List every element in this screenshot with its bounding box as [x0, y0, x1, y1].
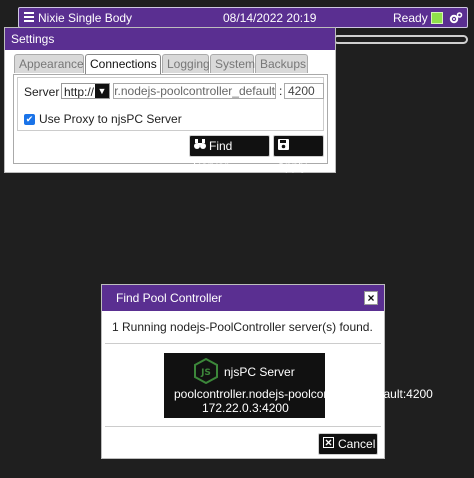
server-host: poolcontroller.nodejs-poolcontroller_def… — [174, 387, 433, 401]
binoculars-icon — [193, 136, 206, 156]
protocol-select[interactable]: http:// ▼ — [61, 83, 110, 99]
tab-appearance[interactable]: Appearance — [14, 54, 84, 73]
close-box-icon — [322, 434, 335, 454]
apply-button[interactable]: Apply — [273, 135, 324, 173]
host-input[interactable]: poolcontroller.nodejs-poolcontroller_def… — [113, 83, 276, 99]
hamburger-menu-icon[interactable] — [24, 12, 34, 22]
server-address: 172.22.0.3:4200 — [202, 401, 289, 415]
chevron-down-icon[interactable]: ▼ — [95, 84, 109, 98]
nodejs-icon: JS — [194, 358, 218, 384]
cancel-button[interactable]: Cancel — [318, 433, 378, 455]
progress-scroll-bar — [333, 35, 468, 44]
find-pool-controller-dialog: Find Pool Controller × 1 Running nodejs-… — [101, 284, 433, 459]
find-server-button[interactable]: Find Server — [189, 135, 270, 173]
divider — [105, 343, 381, 344]
protocol-value: http:// — [64, 85, 95, 99]
app-header: Nixie Single Body 08/14/2022 20:19 Ready — [18, 7, 468, 28]
tab-backups[interactable]: Backups — [255, 54, 308, 73]
gears-icon[interactable] — [449, 11, 463, 25]
tab-connections[interactable]: Connections — [85, 54, 161, 75]
server-result-card[interactable]: JS njsPC Server poolcontroller.nodejs-po… — [164, 353, 433, 418]
server-label: Server — [24, 85, 60, 99]
divider — [105, 426, 381, 427]
tab-logging[interactable]: Logging — [162, 54, 210, 73]
svg-text:JS: JS — [200, 368, 211, 378]
port-input[interactable]: 4200 — [284, 83, 324, 99]
host-value: poolcontroller.nodejs-poolcontroller_def… — [114, 84, 275, 98]
controller-title: Nixie Single Body — [38, 11, 133, 25]
tab-system[interactable]: System — [210, 54, 255, 73]
server-name: njsPC Server — [224, 365, 295, 379]
use-proxy-label[interactable]: Use Proxy to njsPC Server — [39, 112, 182, 126]
connections-panel: Server http:// ▼ poolcontroller.nodejs-p… — [13, 74, 328, 173]
apply-label: Apply — [277, 159, 308, 173]
save-icon — [277, 136, 290, 156]
settings-title: Settings — [5, 28, 335, 50]
port-separator: : — [279, 84, 283, 98]
server-settings-group: Server http:// ▼ poolcontroller.nodejs-p… — [17, 77, 324, 131]
settings-dialog: Settings Appearance Connections Logging … — [4, 27, 336, 173]
close-icon[interactable]: × — [364, 291, 378, 305]
cancel-label: Cancel — [338, 437, 376, 451]
find-dialog-title: Find Pool Controller — [102, 285, 384, 311]
status-indicator — [431, 12, 443, 24]
status-text: Ready — [393, 11, 428, 25]
use-proxy-checkbox[interactable]: ✔ — [24, 114, 35, 125]
controller-datetime: 08/14/2022 20:19 — [223, 11, 317, 25]
servers-found-message: 1 Running nodejs-PoolController server(s… — [112, 320, 373, 334]
